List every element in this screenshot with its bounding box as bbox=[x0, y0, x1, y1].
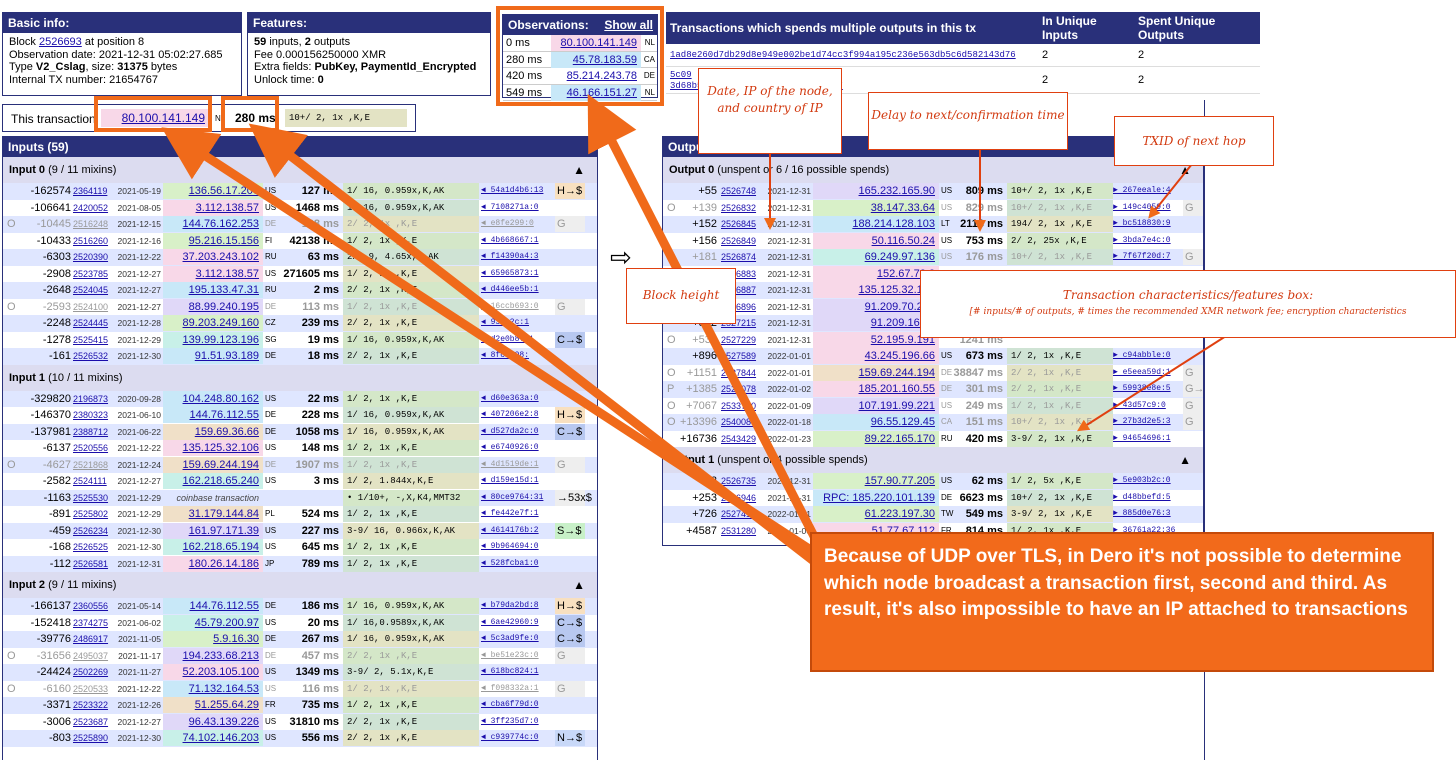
callout-date-ip: Date, IP of the node, and country of IP bbox=[698, 68, 842, 154]
dero-explanation-box: Because of UDP over TLS, in Dero it's no… bbox=[810, 532, 1434, 672]
callout-transaction-characteristics: Transaction characteristics/features box… bbox=[920, 270, 1456, 338]
callout-txid: TXID of next hop bbox=[1114, 116, 1274, 166]
arrow-features bbox=[1076, 335, 1227, 432]
arrow-txid bbox=[1148, 163, 1193, 219]
explorer-page: Basic info: Block 2526693 at position 8 … bbox=[0, 0, 1456, 760]
arrow-to-delay bbox=[248, 123, 825, 571]
callout-delay: Delay to next/confirmation time bbox=[868, 92, 1068, 150]
callout-block-height: Block height bbox=[626, 268, 736, 324]
callout-tc-body: [# inputs/# of outputs, # times the reco… bbox=[969, 307, 1407, 317]
callout-tc-title: Transaction characteristics/features box… bbox=[1062, 288, 1314, 302]
